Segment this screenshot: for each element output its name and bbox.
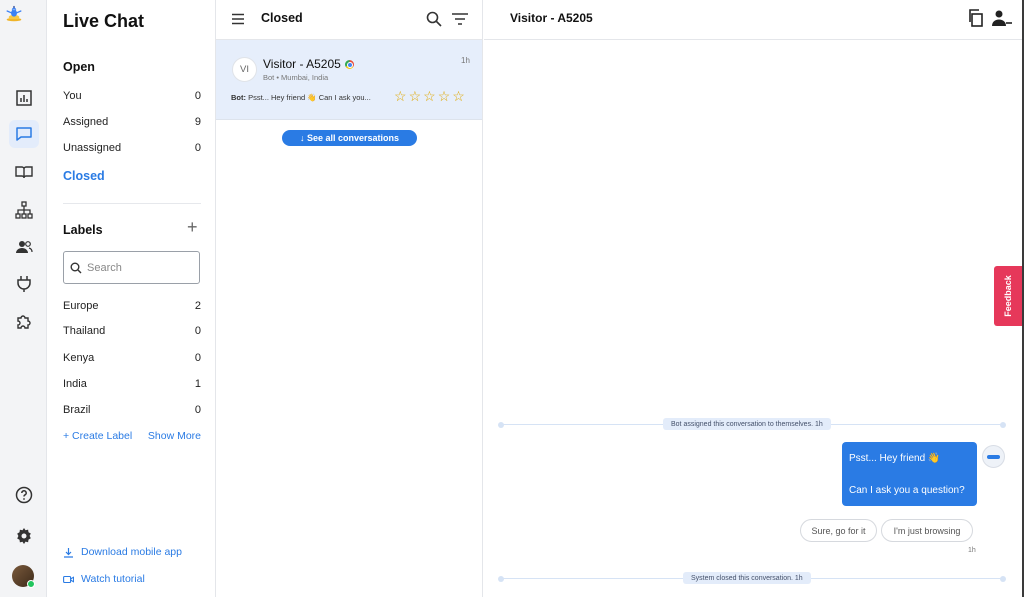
see-all-conversations-button[interactable]: ↓ See all conversations (282, 130, 417, 146)
assign-user-icon[interactable] (992, 9, 1012, 27)
conversation-subtitle: Bot • Mumbai, India (263, 73, 329, 82)
sidebar-item-count: 0 (194, 90, 201, 102)
label-actions: + Create Label Show More (63, 430, 201, 442)
chat-header: Visitor - A5205 (484, 0, 1022, 40)
system-message: System closed this conversation. 1h (498, 572, 1006, 584)
feedback-tab[interactable]: Feedback (994, 266, 1022, 326)
avatar[interactable] (12, 565, 35, 588)
star-icon[interactable]: ☆ (438, 89, 451, 103)
icon-rail (0, 0, 47, 597)
star-icon[interactable]: ☆ (409, 89, 422, 103)
chrome-browser-icon (344, 59, 354, 69)
preview-sender: Bot: (231, 93, 246, 102)
watch-tutorial-link[interactable]: Watch tutorial (63, 573, 145, 585)
menu-icon[interactable] (230, 11, 246, 27)
sidebar-divider (63, 203, 201, 204)
quick-reply-button[interactable]: I'm just browsing (881, 519, 973, 542)
label-name: Thailand (63, 325, 106, 337)
rating-stars: ☆ ☆ ☆ ☆ ☆ (394, 89, 465, 103)
download-icon (64, 547, 73, 558)
video-icon (63, 575, 74, 583)
bot-message-bubble: Psst... Hey friend 👋 Can I ask you a que… (842, 442, 977, 506)
create-label-link[interactable]: + Create Label (63, 430, 132, 442)
book-icon[interactable] (12, 160, 36, 184)
label-count: 0 (194, 325, 201, 337)
open-heading: Open (63, 60, 95, 74)
star-icon[interactable]: ☆ (394, 89, 407, 103)
visitor-avatar: VI (232, 57, 257, 82)
label-item-thailand[interactable]: Thailand 0 (63, 325, 201, 337)
system-message-text: Bot assigned this conversation to themse… (663, 418, 831, 430)
search-icon[interactable] (425, 10, 443, 28)
app-title: Live Chat (63, 11, 145, 31)
bot-message-line: Psst... Hey friend 👋 (849, 453, 941, 464)
download-app-link[interactable]: Download mobile app (63, 546, 182, 558)
preview-text: Psst... Hey friend 👋 Can I ask you... (246, 93, 371, 102)
label-item-india[interactable]: India 1 (63, 378, 201, 390)
settings-icon[interactable] (12, 524, 36, 548)
search-icon (70, 262, 82, 273)
copy-icon[interactable] (967, 9, 985, 27)
sidebar-item-count: 9 (194, 116, 201, 128)
label-name: Europe (63, 300, 99, 312)
feedback-label: Feedback (1003, 275, 1013, 317)
message-time: 1h (968, 547, 976, 554)
conversation-list: Closed VI Visitor - A5205 1h Bot • Mumba… (216, 0, 483, 597)
online-status-dot (27, 580, 35, 588)
bot-message-line: Can I ask you a question? (849, 485, 965, 496)
label-item-kenya[interactable]: Kenya 0 (63, 352, 201, 364)
star-icon[interactable]: ☆ (452, 89, 465, 103)
conversation-item[interactable]: VI Visitor - A5205 1h Bot • Mumbai, Indi… (216, 40, 482, 120)
chat-icon[interactable] (9, 120, 39, 148)
conversation-list-title: Closed (261, 11, 303, 25)
visitor-name: Visitor - A5205 (263, 57, 341, 71)
label-count: 1 (194, 378, 201, 390)
contacts-icon[interactable] (12, 235, 36, 259)
label-name: Kenya (63, 352, 95, 364)
puzzle-icon[interactable] (12, 310, 36, 334)
conversation-time: 1h (461, 56, 470, 65)
add-label-button[interactable]: + (187, 218, 198, 236)
sidebar-item-label: Assigned (63, 116, 109, 128)
genie-logo-icon[interactable] (5, 5, 47, 47)
sidebar-item-label: You (63, 90, 82, 102)
label-item-brazil[interactable]: Brazil 0 (63, 404, 201, 416)
analytics-icon[interactable] (12, 86, 36, 110)
label-search-box (63, 251, 200, 284)
download-app-label: Download mobile app (81, 546, 182, 558)
help-icon[interactable] (12, 483, 36, 507)
system-message: Bot assigned this conversation to themse… (498, 418, 1006, 430)
quick-reply-button[interactable]: Sure, go for it (800, 519, 877, 542)
sidebar-item-unassigned[interactable]: Unassigned 0 (63, 142, 201, 154)
conversation-list-header: Closed (216, 0, 483, 40)
sidebar-item-you[interactable]: You 0 (63, 90, 201, 102)
conversation-preview: Bot: Psst... Hey friend 👋 Can I ask you.… (231, 93, 391, 102)
labels-heading: Labels (63, 223, 103, 237)
label-name: Brazil (63, 404, 91, 416)
sidebar: Live Chat Open You 0 Assigned 9 Unassign… (48, 0, 216, 597)
conversation-name: Visitor - A5205 (263, 57, 354, 71)
label-count: 0 (194, 404, 201, 416)
show-more-link[interactable]: Show More (148, 430, 201, 442)
chat-title: Visitor - A5205 (510, 11, 593, 25)
label-count: 0 (194, 352, 201, 364)
bot-avatar (982, 445, 1005, 468)
system-message-text: System closed this conversation. 1h (683, 572, 811, 584)
label-count: 2 (194, 300, 201, 312)
sitemap-icon[interactable] (12, 198, 36, 222)
sidebar-item-label: Unassigned (63, 142, 122, 154)
star-icon[interactable]: ☆ (423, 89, 436, 103)
sidebar-item-assigned[interactable]: Assigned 9 (63, 116, 201, 128)
filter-icon[interactable] (451, 10, 469, 28)
watch-tutorial-label: Watch tutorial (81, 573, 145, 585)
plug-icon[interactable] (12, 272, 36, 296)
sidebar-item-closed[interactable]: Closed (63, 169, 105, 183)
chat-panel: Visitor - A5205 Bot assigned this conver… (484, 0, 1022, 597)
label-name: India (63, 378, 87, 390)
label-item-europe[interactable]: Europe 2 (63, 300, 201, 312)
sidebar-item-count: 0 (194, 142, 201, 154)
label-search-input[interactable] (87, 261, 187, 274)
